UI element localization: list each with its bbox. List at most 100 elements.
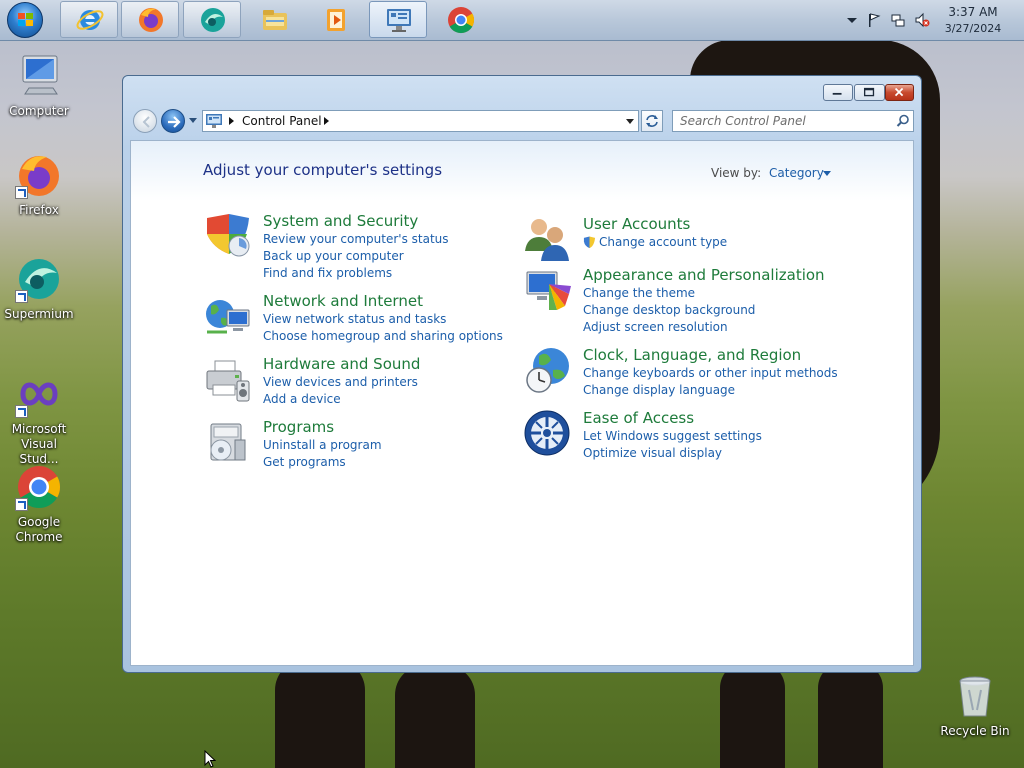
breadcrumb-separator-icon[interactable]: [324, 117, 329, 125]
desktop-icon-label: Microsoft Visual Stud...: [11, 422, 67, 466]
search-icon[interactable]: [896, 114, 910, 128]
ease-of-access-icon[interactable]: [523, 409, 573, 459]
desktop-icon-google-chrome[interactable]: Google Chrome: [1, 463, 77, 545]
category-link[interactable]: Uninstall a program: [263, 437, 382, 454]
taskbar-media-player[interactable]: [306, 1, 364, 38]
control-panel-icon: [206, 114, 222, 128]
wallpaper-horse-leg: [395, 665, 475, 768]
back-button[interactable]: [133, 109, 157, 133]
search-box[interactable]: [672, 110, 914, 132]
maximize-icon: [863, 87, 875, 97]
search-input[interactable]: [673, 111, 891, 131]
windows-explorer-icon: [263, 10, 287, 30]
category-title[interactable]: Hardware and Sound: [263, 355, 420, 373]
programs-icon[interactable]: [203, 418, 253, 468]
shortcut-arrow-icon: [15, 405, 28, 418]
computer-icon: [22, 55, 58, 95]
category-link[interactable]: Find and fix problems: [263, 265, 449, 282]
show-hidden-icons-icon[interactable]: [844, 12, 860, 28]
shield-icon[interactable]: [203, 212, 253, 262]
internet-explorer-icon: [76, 10, 104, 30]
category-link[interactable]: Change keyboards or other input methods: [583, 365, 838, 382]
shortcut-arrow-icon: [15, 290, 28, 303]
back-arrow-icon: [142, 116, 150, 128]
chevron-down-icon[interactable]: [823, 171, 831, 176]
view-by-label: View by:: [711, 166, 762, 180]
taskbar-firefox[interactable]: [121, 1, 179, 38]
category-link[interactable]: Choose homegroup and sharing options: [263, 328, 503, 345]
start-button[interactable]: [7, 2, 43, 38]
recent-pages-dropdown[interactable]: [189, 118, 197, 123]
mouse-cursor-icon: [204, 750, 216, 768]
uac-shield-icon: [583, 236, 596, 249]
taskbar-chrome[interactable]: [431, 1, 489, 38]
desktop-icon-computer[interactable]: Computer: [1, 52, 77, 119]
desktop-icon-supermium[interactable]: Supermium: [1, 255, 77, 322]
desktop-icon-firefox[interactable]: Firefox: [1, 151, 77, 218]
category-title[interactable]: Programs: [263, 418, 334, 436]
category-link-label: Change account type: [599, 235, 728, 249]
category-link[interactable]: Change desktop background: [583, 302, 755, 319]
taskbar-windows-explorer[interactable]: [245, 1, 303, 38]
globe-clock-icon[interactable]: [523, 346, 573, 396]
maximize-button[interactable]: [854, 84, 885, 101]
category-title[interactable]: Ease of Access: [583, 409, 694, 427]
users-icon[interactable]: [523, 215, 573, 265]
navigation-bar: Control Panel: [123, 107, 921, 135]
printer-icon[interactable]: [203, 355, 253, 405]
category-link[interactable]: Back up your computer: [263, 248, 449, 265]
address-history-dropdown[interactable]: [622, 111, 638, 131]
wallpaper-horse-leg: [720, 662, 785, 768]
desktop-icon-label: Firefox: [19, 203, 59, 217]
network-icon[interactable]: [890, 12, 906, 28]
taskbar-control-panel[interactable]: [369, 1, 427, 38]
category-title[interactable]: Appearance and Personalization: [583, 266, 825, 284]
desktop-icon-visual-studio[interactable]: Microsoft Visual Stud...: [1, 370, 77, 467]
category-title[interactable]: Clock, Language, and Region: [583, 346, 801, 364]
category-title[interactable]: Network and Internet: [263, 292, 423, 310]
category-link[interactable]: View devices and printers: [263, 374, 418, 391]
network-icon[interactable]: [203, 292, 253, 342]
action-center-flag-icon[interactable]: [866, 12, 882, 28]
desktop-icon-recycle-bin[interactable]: Recycle Bin: [937, 672, 1013, 739]
forward-button[interactable]: [161, 109, 185, 133]
wallpaper-horse-leg: [818, 662, 883, 768]
taskbar-supermium[interactable]: [183, 1, 241, 38]
category-title[interactable]: System and Security: [263, 212, 418, 230]
category-link[interactable]: Adjust screen resolution: [583, 319, 755, 336]
view-by-dropdown[interactable]: Category: [769, 166, 824, 180]
category-link[interactable]: Optimize visual display: [583, 445, 762, 462]
category-link[interactable]: Add a device: [263, 391, 418, 408]
refresh-button[interactable]: [641, 110, 663, 132]
wallpaper-horse-leg: [275, 660, 365, 768]
desktop-icon-label: Google Chrome: [15, 515, 63, 544]
recycle-bin-icon: [959, 676, 991, 717]
clock-date[interactable]: 3/27/2024: [940, 22, 1006, 35]
category-link[interactable]: Change account type: [583, 234, 727, 251]
supermium-icon: [201, 8, 225, 32]
category-link[interactable]: View network status and tasks: [263, 311, 503, 328]
page-title: Adjust your computer's settings: [203, 161, 443, 179]
appearance-icon[interactable]: [523, 266, 573, 316]
close-button[interactable]: [885, 84, 914, 101]
category-link[interactable]: Let Windows suggest settings: [583, 428, 762, 445]
desktop-icon-label: Recycle Bin: [940, 724, 1010, 738]
windows-logo-icon: [18, 13, 34, 27]
category-link[interactable]: Get programs: [263, 454, 382, 471]
breadcrumb-separator-icon[interactable]: [229, 117, 234, 125]
firefox-icon: [139, 8, 163, 32]
breadcrumb-control-panel[interactable]: Control Panel: [242, 114, 322, 128]
close-icon: [894, 87, 904, 97]
chrome-icon: [448, 7, 475, 34]
clock-time[interactable]: 3:37 AM: [940, 5, 1006, 19]
control-panel-content: Adjust your computer's settings View by:…: [130, 140, 914, 666]
category-link[interactable]: Review your computer's status: [263, 231, 449, 248]
category-title[interactable]: User Accounts: [583, 215, 690, 233]
taskbar-internet-explorer[interactable]: [60, 1, 118, 38]
minimize-button[interactable]: [823, 84, 853, 101]
volume-muted-icon[interactable]: [914, 12, 930, 28]
address-bar[interactable]: Control Panel: [202, 110, 639, 132]
category-link[interactable]: Change display language: [583, 382, 838, 399]
category-link[interactable]: Change the theme: [583, 285, 755, 302]
shortcut-arrow-icon: [15, 498, 28, 511]
